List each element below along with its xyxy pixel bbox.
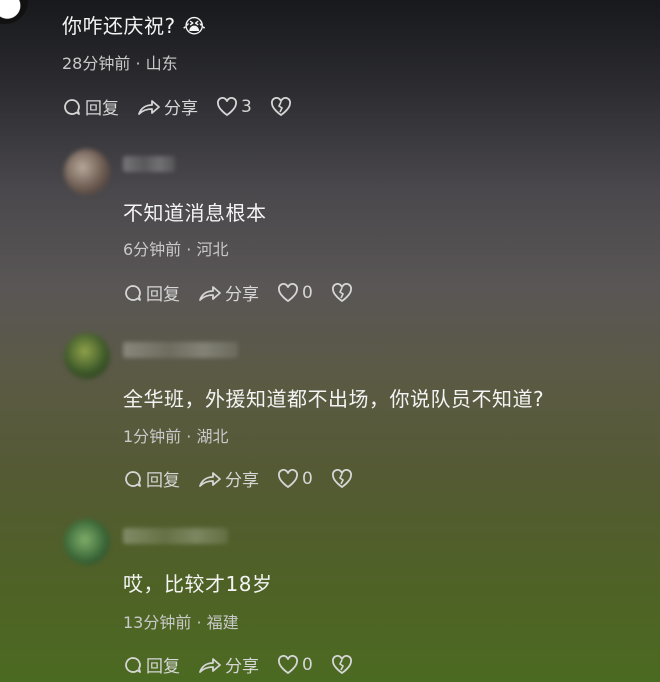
comment-meta: 13分钟前 · 福建 (123, 609, 239, 633)
comment-text: 哎，比较才18岁 (123, 572, 273, 596)
reply-label: 回复 (146, 657, 180, 677)
username-blurred[interactable] (123, 156, 175, 172)
reply-label: 回复 (146, 471, 180, 491)
heart-icon (216, 96, 238, 117)
share-label: 分享 (225, 657, 259, 677)
like-button[interactable]: 0 (277, 655, 313, 675)
reply-button[interactable]: 回复 (123, 280, 180, 305)
reply-label: 回复 (85, 99, 119, 119)
meta-separator: · (186, 240, 192, 259)
comment-meta: 6分钟前 · 河北 (123, 236, 228, 260)
comment-actions: 回复 分享 0 (123, 652, 371, 677)
heart-icon (277, 468, 299, 489)
comment-actions: 回复 分享 3 (62, 94, 310, 119)
like-button[interactable]: 3 (216, 97, 252, 117)
comment-meta: 28分钟前 · 山东 (62, 50, 178, 74)
comment-text: 你咋还庆祝? 😭 (62, 14, 207, 38)
broken-heart-icon (331, 282, 353, 303)
dislike-button[interactable] (331, 468, 353, 489)
like-count: 0 (302, 468, 313, 489)
comment-item: 你咋还庆祝? 😭 (62, 10, 206, 39)
avatar[interactable] (64, 149, 110, 195)
meta-separator: · (196, 613, 202, 632)
meta-separator: · (135, 54, 141, 73)
username-blurred[interactable] (123, 528, 228, 544)
comment-time: 1分钟前 (123, 427, 182, 446)
share-button[interactable]: 分享 (137, 94, 198, 119)
reply-label: 回复 (146, 285, 180, 305)
like-button[interactable]: 0 (277, 469, 313, 489)
avatar[interactable] (64, 519, 110, 565)
heart-icon (277, 654, 299, 675)
comment-bubble-icon (123, 469, 143, 489)
share-arrow-icon (198, 469, 222, 489)
broken-heart-icon (270, 96, 292, 117)
username-blurred[interactable] (123, 342, 238, 358)
share-label: 分享 (225, 471, 259, 491)
share-button[interactable]: 分享 (198, 280, 259, 305)
comment-bubble-icon (123, 655, 143, 675)
broken-heart-icon (331, 468, 353, 489)
comment-location: 山东 (145, 54, 178, 73)
reply-button[interactable]: 回复 (62, 94, 119, 119)
reply-button[interactable]: 回复 (123, 466, 180, 491)
comment-time: 6分钟前 (123, 240, 182, 259)
comment-location: 福建 (206, 613, 239, 632)
comment-time: 13分钟前 (123, 613, 192, 632)
comment-actions: 回复 分享 0 (123, 466, 371, 491)
like-button[interactable]: 0 (277, 283, 313, 303)
share-button[interactable]: 分享 (198, 652, 259, 677)
share-arrow-icon (137, 97, 161, 117)
comment-location: 河北 (196, 240, 229, 259)
meta-separator: · (186, 427, 192, 446)
dislike-button[interactable] (331, 654, 353, 675)
comment-actions: 回复 分享 0 (123, 280, 371, 305)
heart-icon (277, 282, 299, 303)
comment-location: 湖北 (196, 427, 229, 446)
dislike-button[interactable] (331, 282, 353, 303)
reply-button[interactable]: 回复 (123, 652, 180, 677)
comment-time: 28分钟前 (62, 54, 131, 73)
comment-bubble-icon (123, 283, 143, 303)
share-button[interactable]: 分享 (198, 466, 259, 491)
share-label: 分享 (164, 99, 198, 119)
like-count: 0 (302, 282, 313, 303)
broken-heart-icon (331, 654, 353, 675)
share-arrow-icon (198, 283, 222, 303)
dislike-button[interactable] (270, 96, 292, 117)
comment-meta: 1分钟前 · 湖北 (123, 423, 228, 447)
avatar[interactable] (0, 0, 28, 24)
avatar[interactable] (64, 333, 110, 379)
comment-bubble-icon (62, 97, 82, 117)
share-label: 分享 (225, 285, 259, 305)
comment-text: 全华班，外援知道都不出场，你说队员不知道? (123, 387, 545, 411)
comment-text: 不知道消息根本 (123, 201, 267, 225)
like-count: 3 (241, 96, 252, 117)
like-count: 0 (302, 654, 313, 675)
share-arrow-icon (198, 655, 222, 675)
